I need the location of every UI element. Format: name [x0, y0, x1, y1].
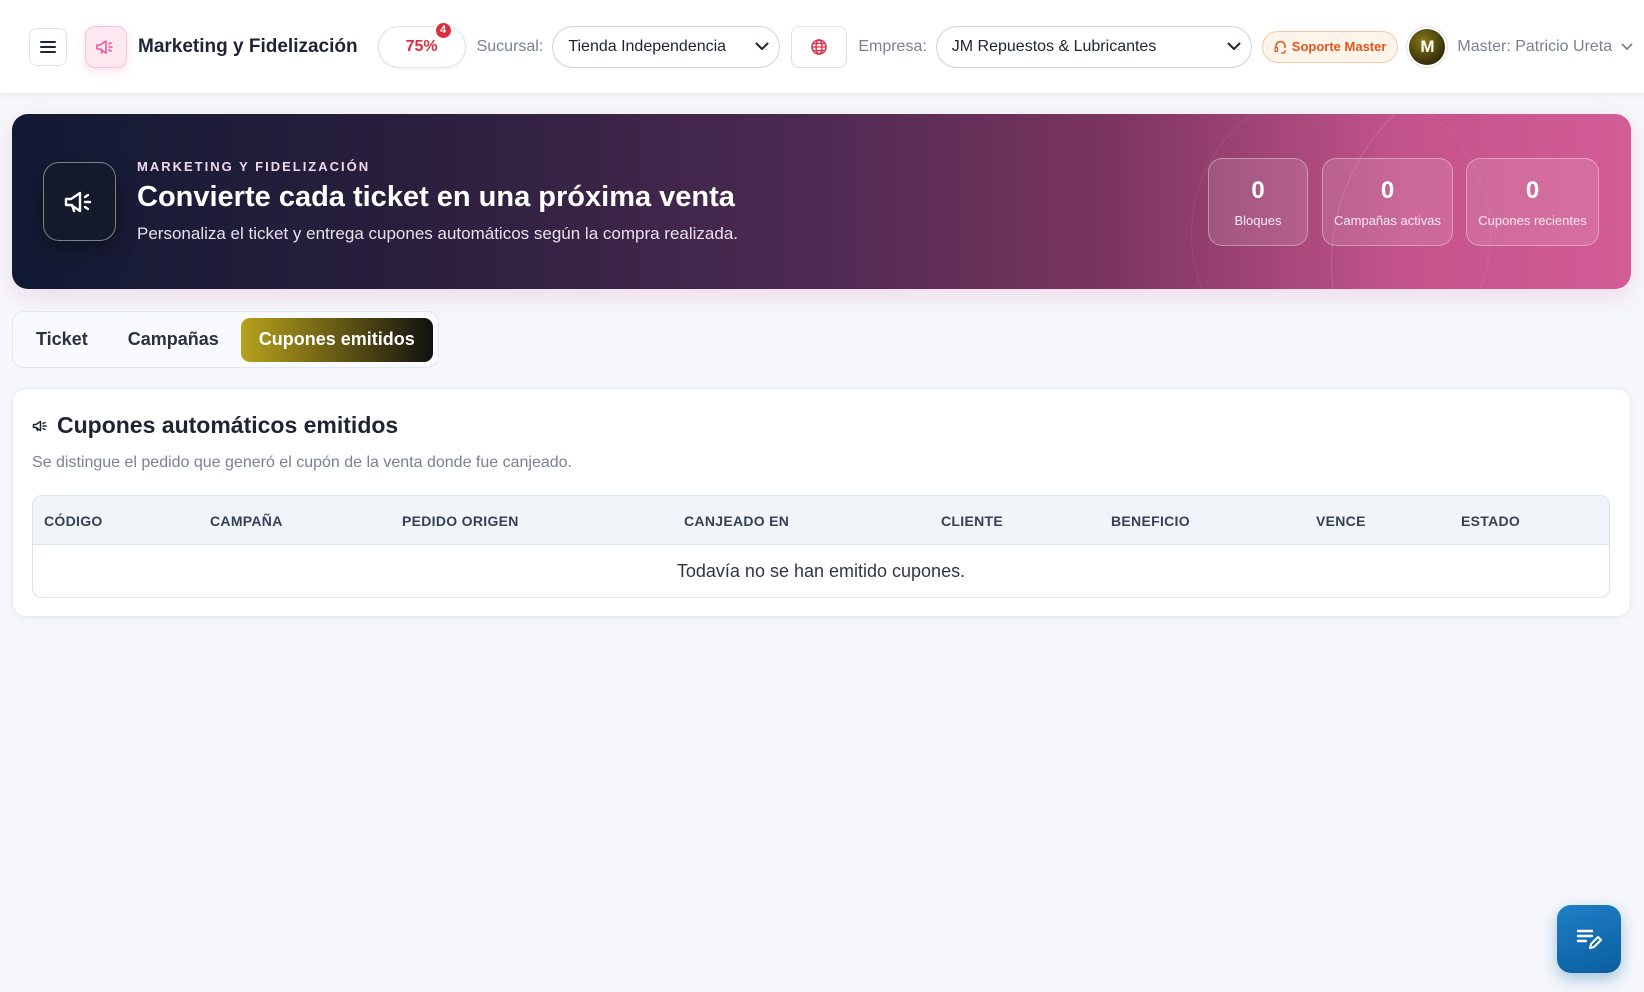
empresa-value: JM Repuestos & Lubricantes: [951, 37, 1157, 55]
card-title-text: Cupones automáticos emitidos: [57, 412, 399, 438]
floating-action-button[interactable]: [1557, 905, 1621, 973]
chevron-down-icon: [1621, 43, 1633, 50]
user-name: Master: Patricio Ureta: [1457, 37, 1613, 55]
megaphone-icon: [32, 420, 47, 431]
empty-state-message: Todavía no se han emitido cupones.: [676, 560, 966, 581]
hero-icon: [43, 162, 116, 241]
progress-percentage: 75%: [405, 37, 438, 55]
stat-label: Cupones recientes: [1478, 212, 1587, 228]
coupons-card: Cupones automáticos emitidos Se distingu…: [12, 388, 1631, 617]
tab-cupones-emitidos[interactable]: Cupones emitidos: [240, 317, 433, 362]
menu-button[interactable]: [29, 27, 67, 66]
stat-value: 0: [1380, 176, 1395, 204]
sucursal-label: Sucursal:: [476, 37, 544, 55]
column-header-vence[interactable]: VENCE: [1316, 513, 1366, 529]
empresa-select[interactable]: JM Repuestos & Lubricantes: [935, 25, 1252, 68]
card-description: Se distingue el pedido que generó el cup…: [32, 454, 572, 471]
headset-icon: [1274, 40, 1286, 54]
stat-cupones-recientes: 0 Cupones recientes: [1466, 158, 1599, 246]
setup-progress-button[interactable]: 75% 4: [377, 20, 466, 68]
tab-campanas[interactable]: Campañas: [110, 318, 237, 362]
table-header: CÓDIGO CAMPAÑA PEDIDO ORIGEN CANJEADO EN…: [33, 496, 1609, 545]
support-label: Soporte Master: [1291, 39, 1387, 54]
stat-label: Campañas activas: [1334, 212, 1441, 228]
app-title: Marketing y Fidelización: [138, 35, 358, 57]
hero-subtitle: Personaliza el ticket y entrega cupones …: [137, 224, 739, 243]
edit-list-icon: [1576, 929, 1602, 949]
chevron-down-icon: [1227, 42, 1241, 50]
stat-campanas-activas: 0 Campañas activas: [1322, 158, 1453, 246]
language-button[interactable]: [791, 25, 848, 68]
hero-banner: MARKETING Y FIDELIZACIÓN Convierte cada …: [12, 114, 1631, 289]
stat-value: 0: [1525, 176, 1540, 204]
stat-bloques: 0 Bloques: [1208, 158, 1308, 246]
coupons-table: CÓDIGO CAMPAÑA PEDIDO ORIGEN CANJEADO EN…: [32, 495, 1610, 598]
hero-title: Convierte cada ticket en una próxima ven…: [137, 181, 735, 213]
module-icon: [85, 25, 127, 68]
empresa-label: Empresa:: [858, 37, 927, 55]
avatar[interactable]: M: [1409, 28, 1446, 65]
stat-label: Bloques: [1234, 212, 1282, 228]
top-bar: Marketing y Fidelización 75% 4 Sucursal:…: [0, 0, 1644, 94]
column-header-canjeado-en[interactable]: CANJEADO EN: [684, 513, 789, 529]
support-master-button[interactable]: Soporte Master: [1261, 30, 1399, 63]
column-header-cliente[interactable]: CLIENTE: [941, 513, 1003, 529]
user-menu[interactable]: Master: Patricio Ureta: [1457, 38, 1633, 56]
stat-value: 0: [1251, 176, 1265, 204]
column-header-codigo[interactable]: CÓDIGO: [44, 513, 103, 529]
sucursal-select[interactable]: Tienda Independencia: [552, 25, 781, 68]
column-header-pedido-origen[interactable]: PEDIDO ORIGEN: [402, 513, 519, 529]
column-header-campana[interactable]: CAMPAÑA: [210, 513, 283, 529]
card-title: Cupones automáticos emitidos: [32, 412, 398, 439]
megaphone-icon: [96, 39, 113, 54]
column-header-beneficio[interactable]: BENEFICIO: [1111, 513, 1190, 529]
sucursal-value: Tienda Independencia: [568, 37, 727, 55]
notification-badge: 4: [433, 20, 453, 40]
globe-icon: [811, 38, 828, 55]
hamburger-icon: [40, 40, 56, 53]
chevron-down-icon: [755, 42, 769, 50]
column-header-estado[interactable]: ESTADO: [1461, 513, 1520, 529]
tab-ticket[interactable]: Ticket: [18, 318, 106, 362]
megaphone-icon: [64, 191, 91, 212]
section-tabs: Ticket Campañas Cupones emitidos: [12, 311, 439, 368]
hero-eyebrow: MARKETING Y FIDELIZACIÓN: [137, 159, 371, 174]
